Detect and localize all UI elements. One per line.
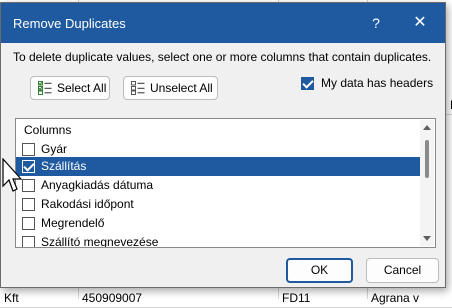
column-label: Szállítás bbox=[41, 159, 87, 173]
column-checkbox[interactable] bbox=[22, 217, 35, 230]
list-item[interactable]: Megrendelő bbox=[16, 214, 422, 233]
mouse-pointer-icon bbox=[2, 158, 23, 192]
scroll-thumb[interactable] bbox=[425, 140, 429, 178]
list-item[interactable]: Rakodási időpont bbox=[16, 195, 422, 214]
select-all-icon bbox=[38, 81, 52, 95]
headers-label[interactable]: My data has headers bbox=[321, 76, 433, 90]
select-all-label: Select All bbox=[57, 81, 107, 95]
columns-listbox[interactable]: Columns Gyár Szállítás Anyagkiadás dátum… bbox=[15, 118, 436, 248]
column-label: Szállító megnevezése bbox=[41, 235, 159, 248]
ok-button[interactable]: OK bbox=[286, 258, 353, 283]
sheet-cell[interactable]: K bbox=[446, 95, 452, 115]
cancel-button[interactable]: Cancel bbox=[366, 258, 439, 283]
column-checkbox[interactable] bbox=[22, 236, 35, 247]
column-checkbox[interactable] bbox=[22, 143, 35, 156]
scroll-down-icon[interactable] bbox=[423, 236, 431, 241]
column-label: Megrendelő bbox=[41, 216, 105, 230]
sheet-cell[interactable]: Agrana v bbox=[367, 288, 452, 308]
scroll-up-icon[interactable] bbox=[423, 125, 431, 130]
remove-duplicates-dialog: Remove Duplicates ? ✕ To delete duplicat… bbox=[0, 2, 446, 288]
dialog-titlebar[interactable]: Remove Duplicates ? ✕ bbox=[1, 3, 445, 43]
list-item[interactable]: Szállító megnevezése bbox=[16, 233, 422, 248]
headers-checkbox[interactable] bbox=[301, 77, 314, 90]
unselect-all-label: Unselect All bbox=[150, 81, 213, 95]
unselect-all-icon bbox=[131, 81, 145, 95]
dialog-description: To delete duplicate values, select one o… bbox=[13, 50, 432, 64]
select-all-button[interactable]: Select All bbox=[30, 76, 110, 100]
help-button[interactable]: ? bbox=[362, 11, 390, 35]
columns-header: Columns bbox=[24, 123, 72, 137]
unselect-all-button[interactable]: Unselect All bbox=[123, 76, 218, 100]
list-item[interactable]: Anyagkiadás dátuma bbox=[16, 176, 422, 195]
list-item[interactable]: Szállítás bbox=[16, 157, 422, 176]
sheet-cell[interactable]: FD11 bbox=[278, 288, 367, 308]
sheet-cell[interactable]: Kft bbox=[0, 288, 78, 308]
close-button[interactable]: ✕ bbox=[406, 11, 434, 35]
dialog-title: Remove Duplicates bbox=[13, 16, 126, 31]
column-label: Rakodási időpont bbox=[41, 197, 134, 211]
column-label: Anyagkiadás dátuma bbox=[41, 178, 154, 192]
list-scrollbar[interactable] bbox=[420, 120, 434, 246]
sheet-cell[interactable]: 450909007 bbox=[78, 288, 278, 308]
